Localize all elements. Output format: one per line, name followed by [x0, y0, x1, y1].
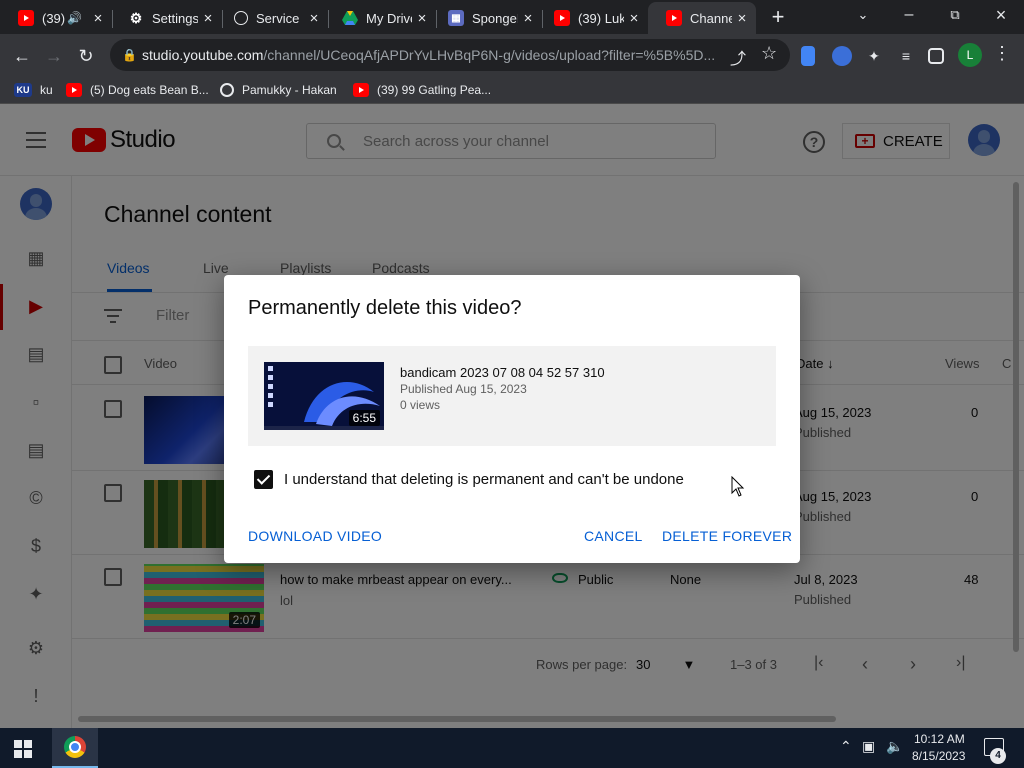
side-panel-icon[interactable]	[928, 48, 944, 64]
close-tab-icon[interactable]: ×	[412, 10, 432, 27]
youtube-icon	[666, 10, 682, 26]
back-arrow-icon[interactable]: ←	[8, 42, 36, 70]
download-video-button[interactable]: DOWNLOAD VIDEO	[248, 528, 382, 544]
delete-video-dialog: Permanently delete this video? 6:55 band…	[224, 275, 800, 563]
video-view-count: 0 views	[400, 398, 441, 412]
tab-title: (39) Luk	[578, 10, 624, 26]
restore-button[interactable]: ⧉	[932, 0, 978, 32]
gear-icon: ⚙	[129, 9, 143, 26]
tab-title: Service	[256, 10, 300, 26]
browser-tab-strip: (39) 🔊 × ⚙ Settings × Service × My Drive…	[0, 0, 1024, 34]
close-window-button[interactable]: ×	[978, 0, 1024, 32]
delete-forever-button[interactable]: DELETE FOREVER	[662, 528, 792, 544]
bookmark-label: (5) Dog eats Bean B...	[90, 83, 209, 97]
new-tab-button[interactable]: +	[766, 4, 790, 30]
youtube-icon	[18, 10, 34, 26]
notification-count-badge: 4	[990, 748, 1006, 764]
bookmarks-bar: KU ku (5) Dog eats Bean B... Pamukky - H…	[0, 76, 1024, 104]
youtube-icon	[66, 83, 82, 97]
mouse-cursor-icon	[731, 476, 745, 497]
volume-icon[interactable]: 🔈	[886, 738, 903, 755]
tab-title: Channel	[690, 10, 732, 26]
close-tab-icon[interactable]: ×	[198, 10, 218, 27]
reload-icon[interactable]: ↻	[72, 42, 100, 70]
cancel-button[interactable]: CANCEL	[584, 528, 643, 544]
bookmark-item[interactable]: KU ku	[14, 80, 53, 100]
youtube-icon	[353, 83, 369, 97]
bookmark-star-icon[interactable]: ☆	[761, 43, 777, 64]
bookmark-label: ku	[40, 83, 53, 97]
youtube-icon	[554, 10, 570, 26]
show-hidden-icons-icon[interactable]: ⌃	[840, 738, 852, 755]
bookmark-label: Pamukky - Hakan	[242, 83, 337, 97]
tab-title: SpongeBob	[472, 10, 518, 26]
media-controls-icon[interactable]: ≡	[896, 46, 916, 66]
profile-avatar[interactable]: L	[958, 43, 982, 67]
chrome-menu-icon[interactable]: ⋮	[992, 43, 1012, 63]
network-icon[interactable]: ▣	[862, 738, 875, 755]
tab-title: My Drive	[366, 10, 412, 26]
tab-title: (39)	[42, 10, 66, 26]
confirm-permanent-label[interactable]: I understand that deleting is permanent …	[284, 471, 684, 488]
address-bar[interactable]: 🔒 studio.youtube.com/channel/UCeoqAfjAPD…	[110, 39, 790, 71]
bookmark-item[interactable]: (39) 99 Gatling Pea...	[353, 80, 491, 100]
tab-title: Settings	[152, 10, 198, 26]
browser-tab[interactable]: ▦ SpongeBob ×	[430, 2, 543, 34]
extensions-puzzle-icon[interactable]: ✦	[864, 46, 884, 66]
chrome-taskbar-icon[interactable]	[52, 728, 98, 768]
close-tab-icon[interactable]: ×	[624, 10, 644, 27]
extension-shield-icon[interactable]	[832, 46, 852, 66]
video-published-date: Published Aug 15, 2023	[400, 382, 527, 396]
share-icon[interactable]: ⤴	[730, 45, 746, 69]
close-tab-icon[interactable]: ×	[518, 10, 538, 27]
bookmark-label: (39) 99 Gatling Pea...	[377, 83, 492, 97]
url-host: studio.youtube.com	[142, 47, 264, 63]
video-summary-card: 6:55 bandicam 2023 07 08 04 52 57 310 Pu…	[248, 346, 776, 446]
browser-tab[interactable]: (39) Luk ×	[536, 2, 648, 34]
extension-doc-icon[interactable]	[801, 46, 815, 66]
close-tab-icon[interactable]: ×	[304, 10, 324, 27]
tab-search-icon[interactable]: ⌄	[840, 0, 886, 32]
speaker-icon: 🔊	[67, 11, 82, 25]
windows-start-icon[interactable]	[14, 740, 32, 758]
forward-arrow-icon[interactable]: →	[40, 42, 68, 70]
globe-icon	[220, 83, 234, 97]
google-drive-icon	[342, 10, 358, 26]
browser-tab[interactable]: (39) 🔊 ×	[0, 2, 113, 34]
browser-tab[interactable]: My Drive ×	[324, 2, 437, 34]
ku-icon: KU	[14, 83, 32, 97]
bookmark-item[interactable]: Pamukky - Hakan	[220, 80, 337, 100]
web-icon: ▦	[448, 10, 464, 26]
browser-tab-active[interactable]: Channel ×	[648, 2, 756, 34]
dialog-title: Permanently delete this video?	[248, 297, 522, 319]
url-path: /channel/UCeoqAfjAPDrYvLHvBqP6N-g/videos…	[263, 47, 716, 63]
bookmark-item[interactable]: (5) Dog eats Bean B...	[66, 80, 209, 100]
video-title: bandicam 2023 07 08 04 52 57 310	[400, 365, 605, 380]
video-duration: 6:55	[348, 410, 380, 426]
lock-icon: 🔒	[122, 48, 137, 62]
clock-date[interactable]: 8/15/2023	[912, 749, 965, 763]
close-tab-icon[interactable]: ×	[732, 10, 752, 27]
close-tab-icon[interactable]: ×	[88, 10, 108, 27]
browser-tab[interactable]: Service ×	[216, 2, 329, 34]
minimize-button[interactable]: –	[886, 0, 932, 32]
confirm-permanent-checkbox[interactable]	[254, 470, 273, 489]
windows-taskbar: ⌃ ▣ 🔈 10:12 AM 8/15/2023 4	[0, 728, 1024, 768]
globe-icon	[234, 11, 248, 25]
browser-toolbar: ← → ↻ 🔒 studio.youtube.com/channel/UCeoq…	[0, 34, 1024, 76]
browser-tab[interactable]: ⚙ Settings ×	[110, 2, 223, 34]
clock-time[interactable]: 10:12 AM	[914, 732, 965, 746]
video-thumbnail: 6:55	[264, 362, 384, 430]
